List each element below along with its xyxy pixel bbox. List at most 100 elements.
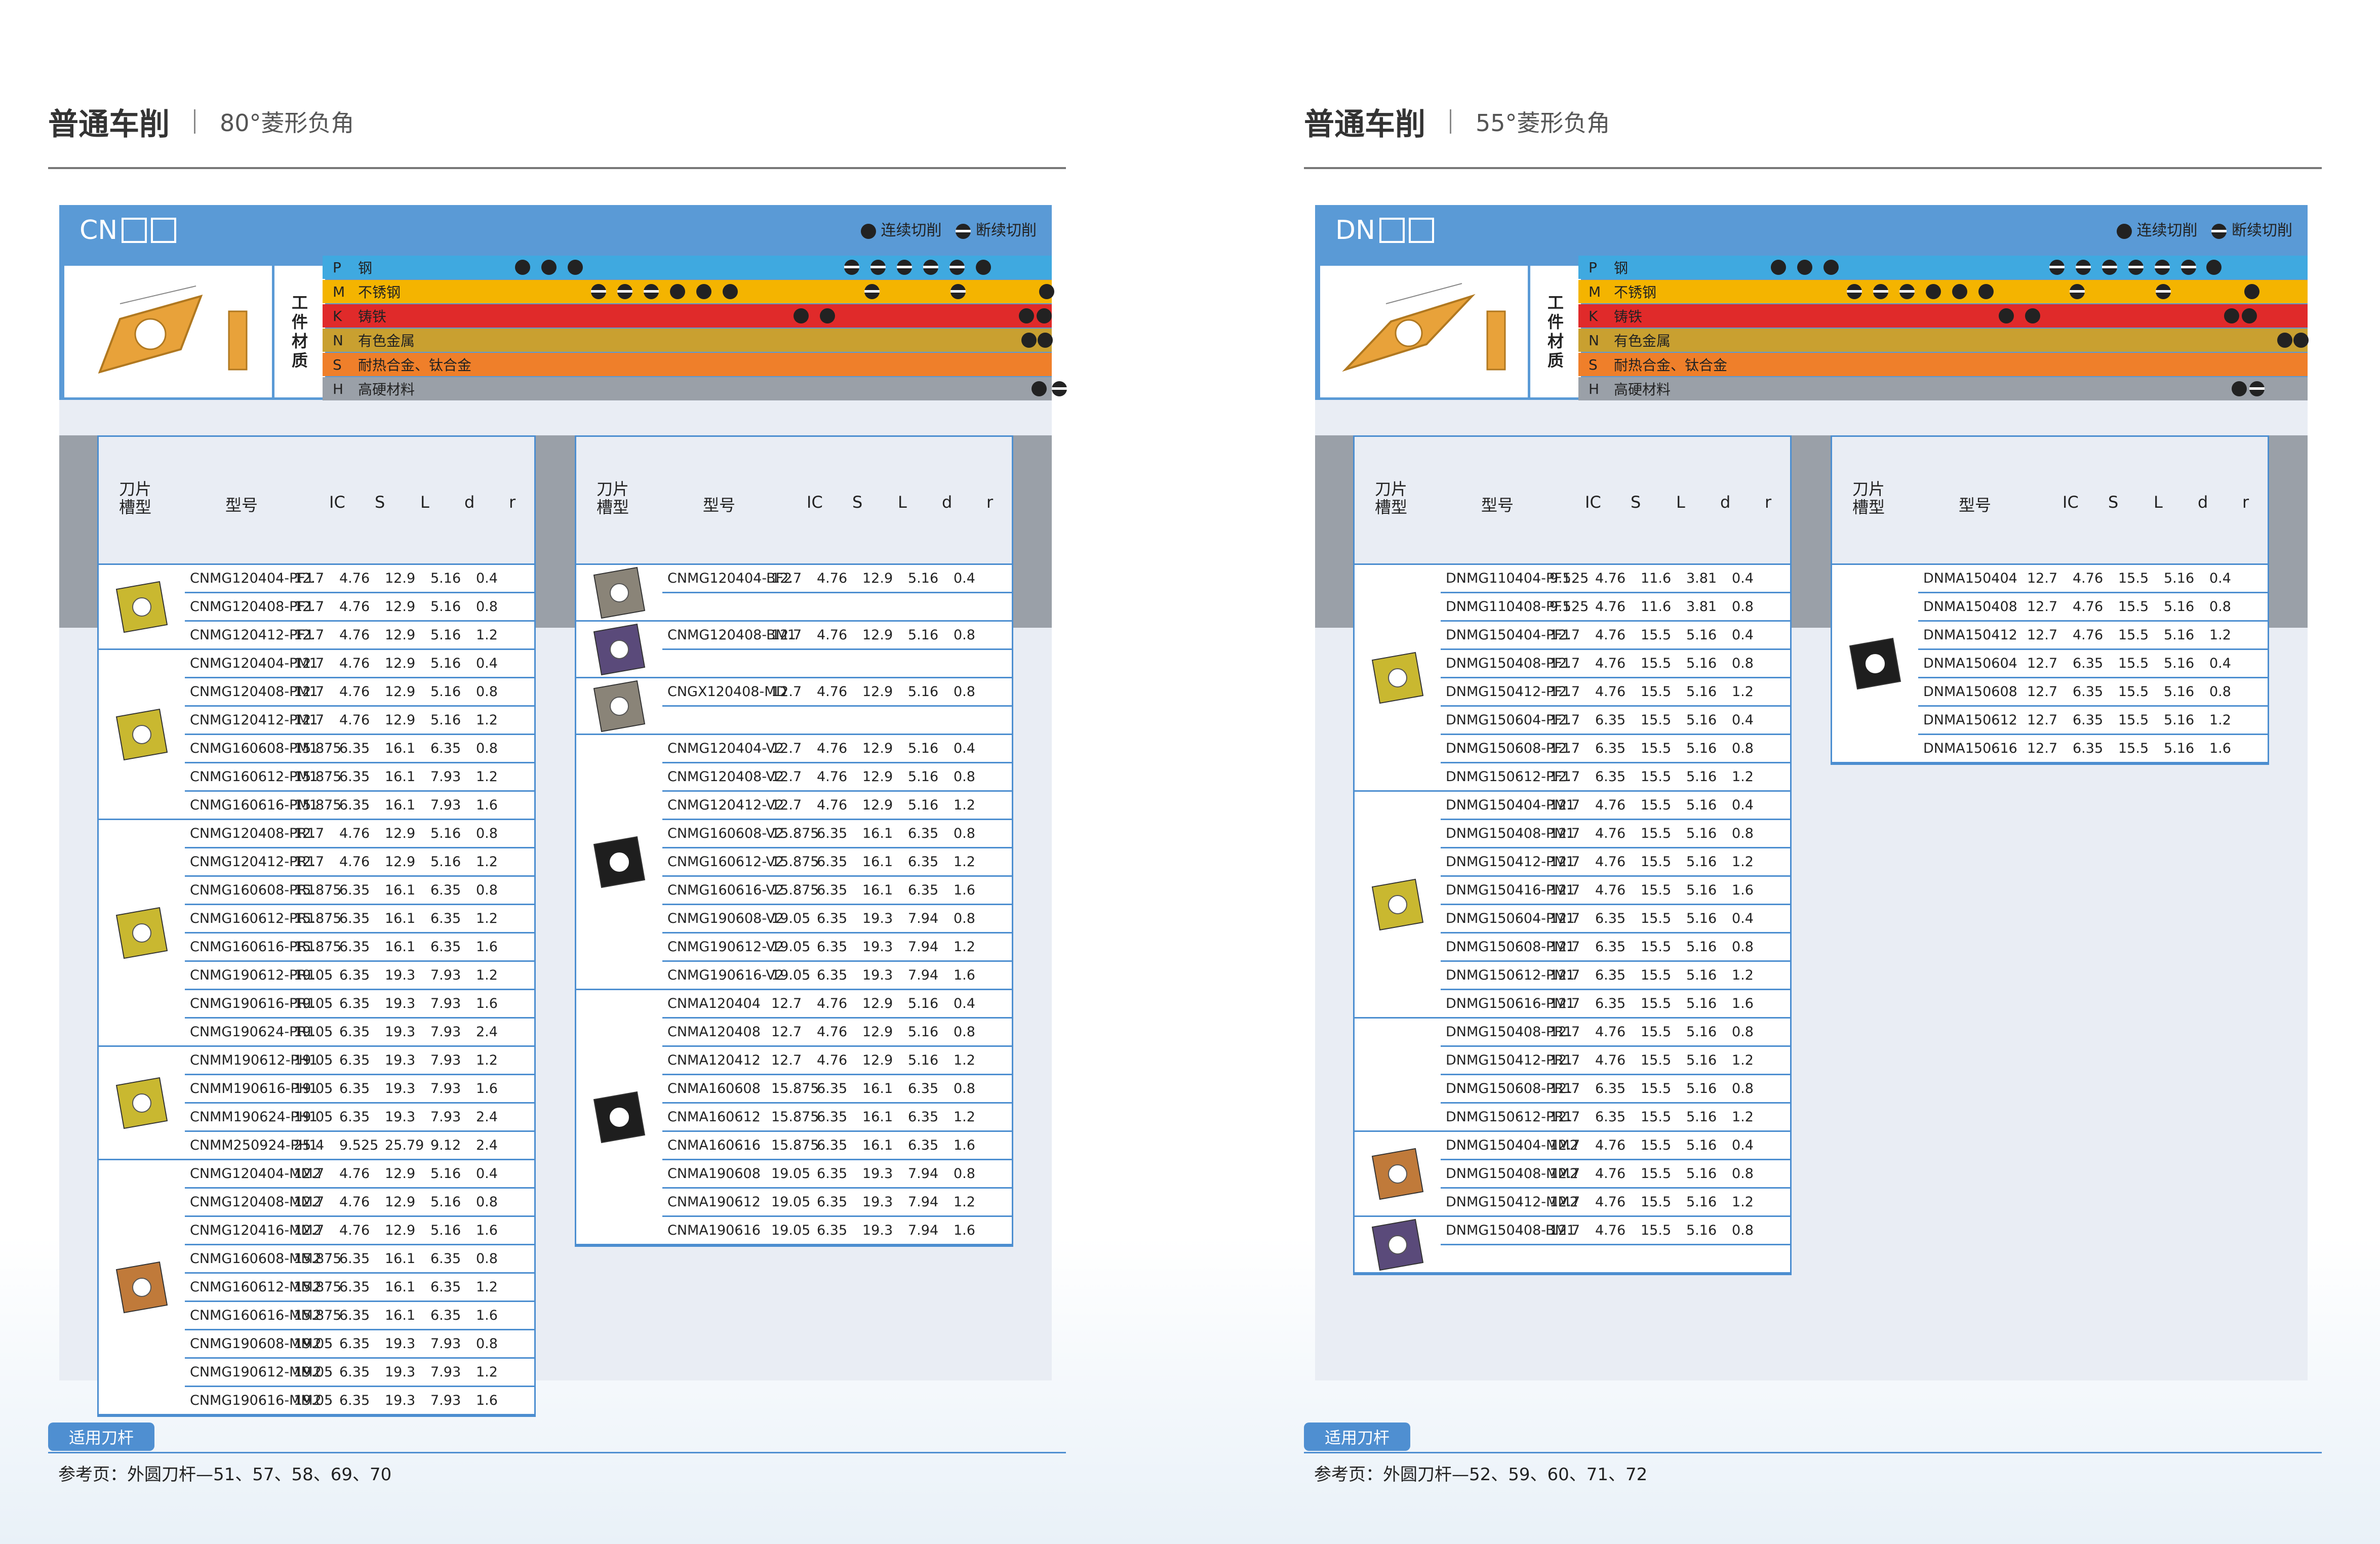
insert-image (99, 1160, 186, 1415)
spec-value: 6.35 (817, 882, 848, 898)
table-row: CNMM190612-PH1 19.05 6.35 19.3 7.93 1.2 (185, 1047, 534, 1075)
interrupted-cut-icon (644, 284, 659, 299)
spec-value: 12.9 (385, 656, 416, 671)
spec-value: 4.76 (1595, 1223, 1626, 1238)
spec-value: 5.16 (1686, 1052, 1717, 1068)
model-number: CNMA190612 (667, 1194, 761, 1210)
interrupted-cut-icon (2076, 260, 2091, 275)
model-number: CNMA190608 (667, 1166, 761, 1182)
interrupted-cut-icon (2181, 260, 2196, 275)
reference-pages: 参考页：外圆刀杆—52、59、60、71、72 (1314, 1465, 1648, 1485)
spec-value: 5.16 (908, 627, 939, 643)
spec-value: 12.9 (862, 571, 893, 586)
table-row: CNMA120408 12.7 4.76 12.9 5.16 0.8 (662, 1019, 1012, 1047)
continuous-cut-icon (2293, 333, 2309, 348)
model-number: CNMG120408-V2 (667, 769, 784, 785)
spec-value: 12.7 (1550, 1137, 1580, 1153)
spec-value: 1.2 (1732, 1194, 1754, 1210)
spec-value: 12.9 (862, 996, 893, 1011)
spec-value: 4.76 (1595, 684, 1626, 700)
model-number: CNGX120408-MD (667, 684, 787, 700)
column-header: S (852, 493, 863, 512)
spec-value: 1.2 (476, 967, 498, 983)
spec-value: 19.3 (862, 967, 893, 983)
material-row: N 有色金属 (323, 329, 1053, 352)
continuous-cut-icon (1038, 333, 1053, 348)
spec-value: 2.4 (476, 1109, 498, 1125)
spec-value: 15.5 (2118, 684, 2149, 700)
spec-value: 0.8 (1732, 1024, 1754, 1040)
spec-value: 15.5 (1641, 1194, 1672, 1210)
spec-value: 6.35 (908, 882, 939, 898)
spec-value: 1.6 (954, 882, 975, 898)
spec-value: 15.5 (1641, 769, 1672, 785)
insert-code: DN (1335, 215, 1434, 246)
table-row: CNMG120408-MM2 12.7 4.76 12.9 5.16 0.8 (185, 1189, 534, 1217)
spec-value: 12.7 (1550, 882, 1580, 898)
spec-value: 4.76 (339, 826, 370, 841)
spec-table-1: 刀片 槽型 型号 IC S Ld r DNMG110404-PF1 9.525 4.76 11.6… (1353, 435, 1792, 1275)
table-row: CNMA190612 19.05 6.35 19.3 7.94 1.2 (662, 1189, 1012, 1217)
applicable-holder-tag: 适用刀杆 (48, 1423, 154, 1451)
spec-value: 25.79 (385, 1137, 424, 1153)
table-row: CNGX120408-MD 12.7 4.76 12.9 5.16 0.8 (662, 678, 1012, 707)
spec-value: 6.35 (817, 1109, 848, 1125)
spec-value: 12.7 (1550, 1052, 1580, 1068)
continuous-cut-icon (2277, 333, 2292, 348)
column-header: d (2198, 493, 2208, 512)
spec-value: 15.5 (2118, 599, 2149, 615)
interrupted-cut-icon (2102, 260, 2117, 275)
material-heading: 工 件 材 质 (274, 266, 325, 397)
table-row: CNMG190608-V2 19.05 6.35 19.3 7.94 0.8 (662, 905, 1012, 933)
product-panel: CN 连续切削 断续切削 工 件 材 质 P钢M不锈钢K铸铁N有色 (59, 205, 1067, 1417)
spec-value: 0.4 (476, 656, 498, 671)
column-header: IC (329, 493, 345, 512)
spec-value: 12.7 (1550, 967, 1580, 983)
table-row (662, 650, 1012, 678)
spec-value: 12.7 (1550, 1081, 1580, 1096)
spec-value: 16.1 (385, 1251, 416, 1267)
spec-value: 5.16 (908, 684, 939, 700)
table-row: CNMG120404-MM2 12.7 4.76 12.9 5.16 0.4 (185, 1160, 534, 1189)
spec-value: 15.5 (1641, 741, 1672, 756)
spec-value: 12.7 (1550, 741, 1580, 756)
continuous-cut-icon (2025, 308, 2040, 323)
spec-value: 16.1 (385, 741, 416, 756)
section-title: 普通车削 (1304, 106, 1425, 142)
continuous-cut-icon (2116, 223, 2132, 239)
spec-value: 16.1 (385, 911, 416, 926)
model-number: CNMG160608-V2 (667, 826, 784, 841)
suitability-marks (1578, 377, 2308, 400)
table-row: DNMG150412-PR1 12.7 4.76 15.5 5.16 1.2 (1441, 1047, 1790, 1075)
table-row: CNMG160612-PM1 15.875 6.35 16.1 7.93 1.2 (185, 763, 534, 792)
spec-value: 12.7 (294, 684, 325, 700)
page-title: 普通车削 55°菱形负角 (1304, 99, 1610, 144)
spec-value: 15.5 (2118, 571, 2149, 586)
insert-image (576, 735, 664, 990)
spec-value: 9.525 (339, 1137, 379, 1153)
spec-value: 12.9 (385, 571, 416, 586)
spec-value: 12.7 (1550, 797, 1580, 813)
insert-image (1355, 792, 1442, 1019)
spec-value: 1.6 (1732, 882, 1754, 898)
spec-value: 12.7 (294, 854, 325, 870)
table-row: CNMM190624-PH1 19.05 6.35 19.3 7.93 2.4 (185, 1104, 534, 1132)
spec-value: 19.3 (385, 1336, 416, 1352)
spec-value: 7.93 (430, 769, 461, 785)
spec-value: 6.35 (430, 882, 461, 898)
footer-rule (48, 1452, 1066, 1453)
spec-value: 12.7 (771, 797, 802, 813)
spec-value: 6.35 (1595, 741, 1626, 756)
model-number: CNMA190616 (667, 1223, 761, 1238)
interrupted-cut-icon (1873, 284, 1888, 299)
spec-value: 19.3 (862, 1194, 893, 1210)
spec-value: 1.6 (476, 1223, 498, 1238)
spec-value: 1.2 (954, 939, 975, 955)
spec-value: 15.875 (771, 826, 819, 841)
suitability-marks (323, 280, 1054, 303)
spec-value: 15.5 (1641, 826, 1672, 841)
spec-value: 0.8 (476, 1194, 498, 1210)
spec-value: 1.6 (476, 996, 498, 1011)
insert-image (99, 1047, 186, 1160)
table-row: CNMG190616-V2 19.05 6.35 19.3 7.94 1.6 (662, 962, 1012, 990)
